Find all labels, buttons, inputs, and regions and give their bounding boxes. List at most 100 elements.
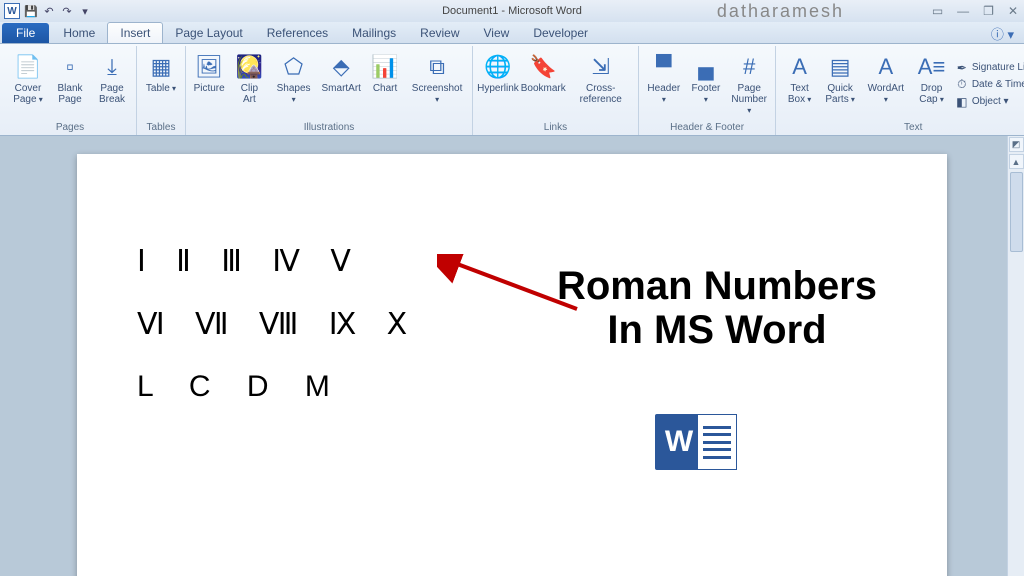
text-box-button[interactable]: AText Box [780,48,819,121]
wordart-icon: A [870,51,902,83]
minimize-icon[interactable]: — [957,4,969,18]
tab-references[interactable]: References [255,23,340,43]
screenshot-button[interactable]: ⧉Screenshot [406,48,468,121]
roman-row-3: L C D M [137,370,887,404]
chart-button[interactable]: 📊Chart [366,48,404,121]
screenshot-icon: ⧉ [421,51,453,83]
page-number-icon: # [733,51,765,83]
undo-icon[interactable]: ↶ [42,4,56,18]
wordart-button-label: WordArt [865,83,906,105]
tab-developer[interactable]: Developer [521,23,600,43]
file-tab[interactable]: File [2,23,49,43]
help-icon[interactable]: ⓘ ▾ [991,24,1014,43]
picture-icon: 🖼 [193,51,225,83]
close-icon[interactable]: ✕ [1008,4,1018,18]
ruler-toggle-icon[interactable]: ◩ [1009,137,1024,152]
page-number-button-label: Page Number [731,83,767,116]
vertical-scrollbar[interactable]: ◩ ▲ [1007,136,1024,576]
date-time-icon: ⏱ [955,78,969,92]
word-logo-w: W [655,414,703,470]
blank-page-icon: ▫ [54,51,86,83]
cross-reference-button[interactable]: ⇲Cross-reference [568,48,634,121]
page-break-icon: ⤓ [96,51,128,83]
signature-line-button[interactable]: ✒Signature Line ▾ [953,60,1024,76]
redo-icon[interactable]: ↷ [60,4,74,18]
object-button[interactable]: ◧Object ▾ [953,94,1024,110]
tab-review[interactable]: Review [408,23,471,43]
tab-mailings[interactable]: Mailings [340,23,408,43]
header-icon: ▀ [648,51,680,83]
group-label: Pages [8,121,132,135]
smartart-icon: ⬘ [325,51,357,83]
group-tables: ▦TableTables [137,46,186,135]
page-break-button-label: Page Break [99,83,125,105]
page[interactable]: Ⅰ Ⅱ Ⅲ Ⅳ Ⅴ Ⅵ Ⅶ Ⅷ Ⅸ Ⅹ L C D M Roman Number… [77,154,947,576]
window-title: Document1 - Microsoft Word [442,5,582,17]
date-time-button[interactable]: ⏱Date & Time [953,77,1024,93]
bookmark-button[interactable]: 🔖Bookmark [521,48,566,121]
watermark-text: datharamesh [717,1,844,22]
shapes-button[interactable]: ⬠Shapes [271,48,317,121]
footer-icon: ▄ [690,51,722,83]
group-label: Header & Footer [643,121,771,135]
drop-cap-icon: A≡ [916,51,948,83]
drop-cap-button-label: Drop Cap [919,83,944,105]
word-app-icon[interactable]: W [4,3,20,19]
wordart-button[interactable]: AWordArt [861,48,910,121]
tab-home[interactable]: Home [51,23,107,43]
cross-reference-icon: ⇲ [585,51,617,83]
group-text: AText Box▤Quick PartsAWordArtA≡Drop Cap✒… [776,46,1024,135]
tab-view[interactable]: View [472,23,522,43]
smartart-button[interactable]: ⬘SmartArt [319,48,364,121]
maximize-icon[interactable]: ❐ [983,4,994,18]
header-button[interactable]: ▀Header [643,48,685,121]
chart-icon: 📊 [369,51,401,83]
screenshot-button-label: Screenshot [410,83,464,105]
clip-art-button-label: Clip Art [241,83,258,105]
group-links: 🌐Hyperlink🔖Bookmark⇲Cross-referenceLinks [473,46,639,135]
clip-art-button[interactable]: 🎑Clip Art [230,48,268,121]
blank-page-button[interactable]: ▫Blank Page [50,48,90,121]
clip-art-icon: 🎑 [233,51,265,83]
group-label: Illustrations [190,121,468,135]
picture-button[interactable]: 🖼Picture [190,48,228,121]
signature-line-icon: ✒ [955,61,969,75]
footer-button[interactable]: ▄Footer [687,48,725,121]
tab-page-layout[interactable]: Page Layout [163,23,254,43]
ribbon: 📄Cover Page▫Blank Page⤓Page BreakPages▦T… [0,44,1024,136]
document-area: Ⅰ Ⅱ Ⅲ Ⅳ Ⅴ Ⅵ Ⅶ Ⅷ Ⅸ Ⅹ L C D M Roman Number… [0,136,1024,576]
picture-button-label: Picture [194,83,225,94]
qat-customize-icon[interactable]: ▾ [78,4,92,18]
minimize-ribbon-icon[interactable]: ▭ [932,4,943,18]
page-break-button[interactable]: ⤓Page Break [92,48,132,121]
hyperlink-button-label: Hyperlink [477,83,519,94]
annotation-line-1: Roman Numbers [557,264,877,308]
shapes-icon: ⬠ [278,51,310,83]
tab-insert[interactable]: Insert [107,22,163,43]
table-button[interactable]: ▦Table [141,48,181,121]
shapes-button-label: Shapes [275,83,313,105]
header-button-label: Header [647,83,681,105]
drop-cap-button[interactable]: A≡Drop Cap [912,48,951,121]
quick-parts-icon: ▤ [824,51,856,83]
cover-page-button[interactable]: 📄Cover Page [8,48,48,121]
scroll-up-icon[interactable]: ▲ [1009,154,1024,169]
hyperlink-button[interactable]: 🌐Hyperlink [477,48,519,121]
quick-access-toolbar: W 💾 ↶ ↷ ▾ [0,3,92,19]
scroll-thumb[interactable] [1010,172,1023,252]
page-number-button[interactable]: #Page Number [727,48,771,121]
chart-button-label: Chart [373,83,397,94]
footer-button-label: Footer [691,83,721,105]
group-label: Links [477,121,634,135]
group-illustrations: 🖼Picture🎑Clip Art⬠Shapes⬘SmartArt📊Chart⧉… [186,46,473,135]
table-button-label: Table [146,83,176,94]
text-box-icon: A [784,51,816,83]
blank-page-button-label: Blank Page [57,83,82,105]
object-icon: ◧ [955,95,969,109]
cross-reference-button-label: Cross-reference [572,83,630,105]
save-icon[interactable]: 💾 [24,4,38,18]
group-label: Tables [141,121,181,135]
quick-parts-button[interactable]: ▤Quick Parts [821,48,860,121]
hyperlink-icon: 🌐 [482,51,514,83]
group-pages: 📄Cover Page▫Blank Page⤓Page BreakPages [4,46,137,135]
